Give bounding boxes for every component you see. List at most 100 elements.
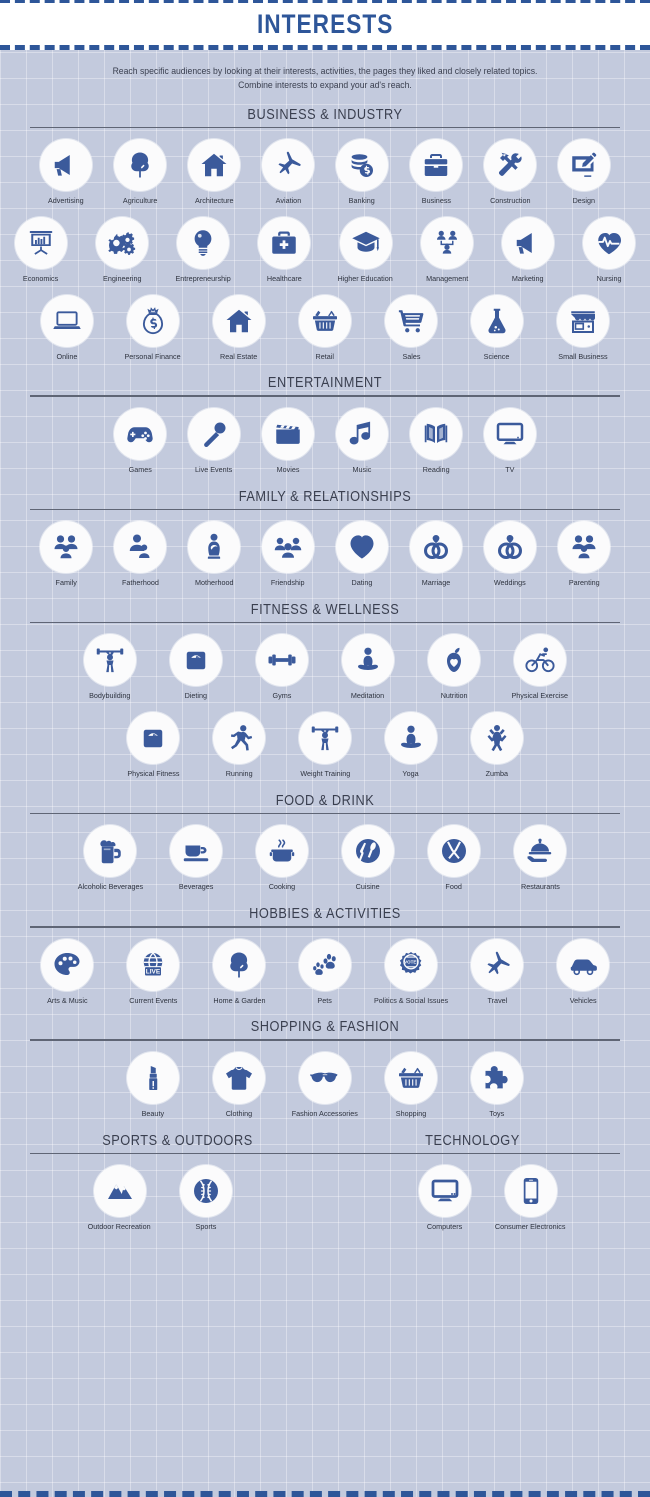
interest-item[interactable]: Friendship — [251, 521, 325, 588]
interest-item[interactable]: Music — [325, 407, 399, 475]
interest-item[interactable]: Outdoor Recreation — [77, 1165, 163, 1232]
interest-item[interactable]: Personal Finance — [110, 294, 196, 362]
interest-label: Dieting — [184, 691, 208, 701]
interest-label: Marriage — [421, 578, 451, 588]
desktop-monitor-icon — [418, 1165, 471, 1217]
interest-item[interactable]: Advertising — [29, 139, 103, 206]
interest-item[interactable]: Marriage — [399, 521, 473, 588]
interest-item[interactable]: Family — [29, 521, 103, 588]
interest-item[interactable]: Fatherhood — [103, 521, 177, 588]
interest-label: Weddings — [494, 578, 526, 588]
interest-item[interactable]: Economics — [0, 217, 81, 284]
interest-label: Economics — [22, 274, 59, 284]
interest-item[interactable]: Cooking — [239, 825, 325, 892]
section-title: ENTERTAINMENT — [267, 375, 383, 392]
interest-item[interactable]: Sports — [163, 1165, 249, 1232]
family-group-icon — [40, 521, 92, 574]
interest-item[interactable]: Entrepreneurship — [163, 217, 244, 284]
interest-item[interactable]: Beauty — [110, 1051, 196, 1119]
interest-item[interactable]: Agriculture — [103, 139, 177, 206]
interest-item[interactable]: Weddings — [473, 521, 547, 588]
interest-item[interactable]: Consumer Electronics — [488, 1165, 574, 1232]
interest-item[interactable]: Games — [103, 407, 177, 475]
interest-item[interactable]: Aviation — [251, 139, 325, 206]
interest-item[interactable]: Real Estate — [196, 294, 282, 362]
interest-item[interactable]: Travel — [454, 938, 540, 1006]
interest-item[interactable]: VOTE! Politics & Social Issues — [368, 938, 454, 1006]
interest-item[interactable]: Toys — [454, 1051, 540, 1119]
interest-item[interactable]: Online — [24, 294, 110, 362]
interest-label: Nursing — [596, 274, 622, 284]
section-divider — [30, 126, 620, 129]
interest-item[interactable]: Management — [406, 217, 487, 284]
page-title: INTERESTS — [256, 8, 394, 39]
section: FAMILY & RELATIONSHIPS Family Fatherhood Mo… — [0, 489, 650, 588]
interest-item[interactable]: Beverages — [153, 825, 239, 892]
interest-item[interactable]: Fashion Accessories — [282, 1051, 368, 1119]
shopping-basket-icon — [385, 1051, 437, 1104]
interest-label: Arts & Music — [46, 995, 88, 1005]
interest-item[interactable]: Architecture — [177, 139, 251, 206]
interest-item[interactable]: Retail — [282, 294, 368, 362]
interest-item[interactable]: Dieting — [153, 634, 239, 701]
interest-item[interactable]: Dating — [325, 521, 399, 588]
interest-item[interactable]: Engineering — [81, 217, 162, 284]
interest-item[interactable]: Yoga — [368, 712, 454, 779]
interest-item[interactable]: Nutrition — [411, 634, 497, 701]
open-book-icon — [410, 407, 462, 460]
interest-label: Consumer Electronics — [495, 1222, 566, 1231]
interest-item[interactable]: Construction — [473, 139, 547, 206]
interest-item[interactable]: Nursing — [569, 217, 650, 284]
interest-item[interactable]: Movies — [251, 407, 325, 475]
interest-item[interactable]: Meditation — [325, 634, 411, 701]
interest-item[interactable]: Business — [399, 139, 473, 206]
interest-label: Science — [484, 351, 510, 361]
heart-pulse-icon — [583, 217, 636, 270]
interest-item[interactable]: Restaurants — [497, 825, 583, 892]
interest-label: Toys — [489, 1108, 505, 1118]
interest-item[interactable]: Zumba — [454, 712, 540, 779]
section: SHOPPING & FASHION Beauty Clothing Fashion … — [0, 1019, 650, 1118]
interest-item[interactable]: Arts & Music — [24, 938, 110, 1006]
interest-item[interactable]: Pets — [282, 938, 368, 1006]
interest-item[interactable]: Gyms — [239, 634, 325, 701]
interest-item[interactable]: Shopping — [368, 1051, 454, 1119]
interest-item[interactable]: LIVE Current Events — [110, 938, 196, 1006]
interest-item[interactable]: Science — [454, 294, 540, 362]
interest-item[interactable]: Physical Exercise — [497, 634, 583, 701]
interest-item[interactable]: Live Events — [177, 407, 251, 475]
interest-item[interactable]: Physical Fitness — [110, 712, 196, 779]
shopping-basket-icon — [299, 294, 351, 347]
interest-item[interactable]: Small Business — [540, 294, 626, 362]
graduation-cap-icon — [339, 217, 392, 270]
interest-item[interactable]: Clothing — [196, 1051, 282, 1119]
interest-item[interactable]: Banking — [325, 139, 399, 206]
interest-item[interactable]: TV — [473, 407, 547, 475]
interest-item[interactable]: Running — [196, 712, 282, 779]
interest-label: Sales — [401, 351, 421, 361]
interest-item[interactable]: Computers — [402, 1165, 488, 1232]
interest-item[interactable]: Vehicles — [540, 938, 626, 1006]
interest-item[interactable]: Healthcare — [244, 217, 325, 284]
section-divider — [30, 1152, 620, 1154]
interest-item[interactable]: Alcoholic Beverages — [67, 825, 153, 892]
interest-item[interactable]: Weight Training — [282, 712, 368, 779]
interest-item[interactable]: Marketing — [488, 217, 569, 284]
interest-label: Games — [128, 464, 152, 474]
interest-item[interactable]: Sales — [368, 294, 454, 362]
tools-icon — [484, 139, 536, 192]
interest-item[interactable]: Food — [411, 825, 497, 892]
interest-item[interactable]: Higher Education — [325, 217, 406, 284]
section-split: SPORTS & OUTDOORS TECHNOLOGY Outdoor Rec… — [0, 1133, 650, 1232]
interest-item[interactable]: Reading — [399, 407, 473, 475]
interest-label: Fashion Accessories — [291, 1108, 359, 1118]
icon-row: Bodybuilding Dieting Gyms Meditation Nutriti… — [0, 634, 650, 701]
interest-item[interactable]: Home & Garden — [196, 938, 282, 1006]
clapperboard-icon — [262, 407, 314, 460]
interest-item[interactable]: Parenting — [547, 521, 621, 588]
interest-label: Retail — [315, 351, 335, 361]
interest-item[interactable]: Bodybuilding — [67, 634, 153, 701]
interest-item[interactable]: Motherhood — [177, 521, 251, 588]
interest-item[interactable]: Cuisine — [325, 825, 411, 892]
interest-item[interactable]: Design — [547, 139, 621, 206]
